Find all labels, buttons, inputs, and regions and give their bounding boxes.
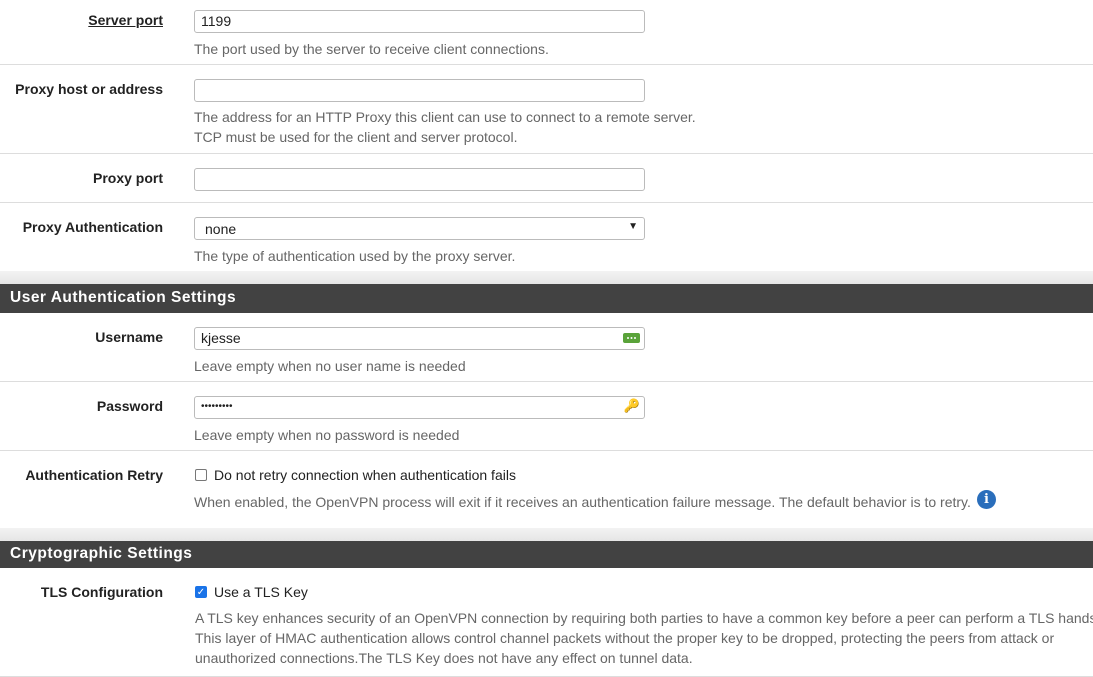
- proxy-host-row: Proxy host or address The address for an…: [0, 65, 1093, 154]
- info-icon[interactable]: i: [977, 490, 996, 509]
- server-port-row: Server port 1199 The port used by the se…: [0, 0, 1093, 65]
- proxy-port-row: Proxy port: [0, 154, 1093, 203]
- help-line: A TLS key enhances security of an OpenVP…: [195, 610, 1093, 626]
- password-row: Password ••••••••• 🔑 Leave empty when no …: [0, 382, 1093, 451]
- password-input[interactable]: ••••••••• 🔑: [194, 396, 645, 419]
- crypto-header: Cryptographic Settings: [0, 541, 1093, 568]
- section-gap: [0, 271, 1093, 284]
- tls-row: TLS Configuration ✓ Use a TLS Key A TLS k…: [0, 568, 1093, 677]
- server-port-label: Server port: [88, 12, 163, 28]
- help-line: This layer of HMAC authentication allows…: [195, 630, 1055, 646]
- server-port-input[interactable]: 1199: [194, 10, 645, 33]
- tls-checkbox-label: Use a TLS Key: [214, 584, 308, 600]
- checkbox-box[interactable]: [195, 469, 207, 481]
- proxy-auth-label: Proxy Authentication: [22, 219, 163, 235]
- auth-retry-help: When enabled, the OpenVPN process will e…: [194, 494, 971, 510]
- help-line: unauthorized connections.The TLS Key doe…: [195, 650, 693, 666]
- tls-checkbox[interactable]: ✓ Use a TLS Key: [195, 584, 308, 600]
- username-input[interactable]: kjesse: [194, 327, 645, 350]
- chevron-down-icon: ▼: [628, 221, 638, 232]
- proxy-port-input[interactable]: [194, 168, 645, 191]
- password-label: Password: [96, 398, 163, 414]
- password-value: •••••••••: [201, 401, 233, 412]
- proxy-auth-help: The type of authentication used by the p…: [194, 248, 516, 264]
- auth-retry-checkbox-label: Do not retry connection when authenticat…: [214, 467, 516, 483]
- proxy-host-label: Proxy host or address: [15, 81, 163, 97]
- auth-retry-row: Authentication Retry Do not retry connec…: [0, 451, 1093, 528]
- proxy-auth-select[interactable]: none ▼: [194, 217, 645, 240]
- tls-label: TLS Configuration: [40, 584, 163, 600]
- proxy-auth-row: Proxy Authentication none ▼ The type of a…: [0, 203, 1093, 271]
- key-icon: 🔑: [623, 398, 640, 413]
- proxy-port-label: Proxy port: [92, 170, 163, 186]
- username-value: kjesse: [201, 330, 241, 346]
- auth-retry-checkbox[interactable]: Do not retry connection when authenticat…: [195, 467, 516, 483]
- proxy-auth-value: none: [205, 221, 237, 237]
- help-line: The address for an HTTP Proxy this clien…: [194, 109, 696, 125]
- server-port-help: The port used by the server to receive c…: [194, 41, 549, 57]
- password-help: Leave empty when no password is needed: [194, 427, 460, 443]
- proxy-host-help: The address for an HTTP Proxy this clien…: [194, 107, 696, 147]
- username-help: Leave empty when no user name is needed: [194, 358, 466, 374]
- help-line: TCP must be used for the client and serv…: [194, 129, 518, 145]
- username-row: Username kjesse Leave empty when no user…: [0, 313, 1093, 382]
- checkbox-checked[interactable]: ✓: [195, 586, 207, 598]
- section-gap: [0, 528, 1093, 541]
- tls-help: A TLS key enhances security of an OpenVP…: [195, 608, 1093, 668]
- password-manager-icon: [623, 333, 640, 343]
- auth-retry-label: Authentication Retry: [25, 467, 163, 483]
- username-label: Username: [95, 329, 163, 345]
- proxy-host-input[interactable]: [194, 79, 645, 102]
- user-auth-header: User Authentication Settings: [0, 284, 1093, 313]
